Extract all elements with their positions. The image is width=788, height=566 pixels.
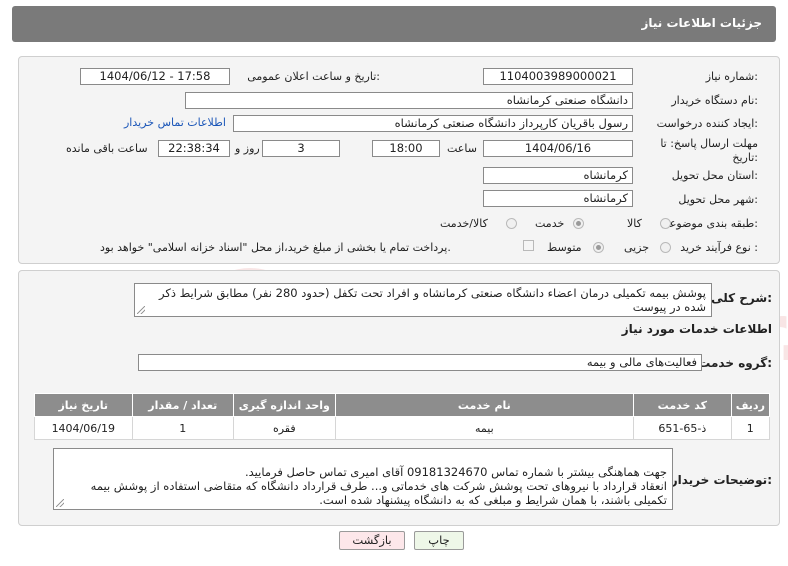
need-date-cell: 1404/06/19 bbox=[34, 416, 133, 440]
buyer-notes-label: توضیحات خریدار: bbox=[670, 473, 772, 487]
service-group-label: گروه خدمت: bbox=[698, 356, 772, 370]
buyer-notes-textarea[interactable]: جهت هماهنگی بیشتر با شماره تماس 09181324… bbox=[53, 448, 673, 510]
category-goods-radio[interactable] bbox=[660, 218, 671, 229]
buyer-notes-text: جهت هماهنگی بیشتر با شماره تماس 09181324… bbox=[90, 465, 667, 507]
unit-cell: فقره bbox=[233, 416, 336, 440]
category-goods-service-label: کالا/خدمت bbox=[440, 217, 488, 230]
city-field: کرمانشاه bbox=[483, 190, 633, 207]
col-date-header: تاریخ نیاز bbox=[34, 393, 133, 417]
treasury-checkbox[interactable] bbox=[523, 240, 534, 251]
print-button[interactable]: چاپ bbox=[414, 531, 464, 550]
col-unit-header: واحد اندازه گیری bbox=[233, 393, 336, 417]
service-group-field: فعالیت‌های مالی و بیمه bbox=[138, 354, 702, 371]
col-row-header: ردیف bbox=[730, 393, 771, 417]
announce-datetime-label: تاریخ و ساعت اعلان عمومی: bbox=[247, 70, 380, 83]
resize-grip-icon[interactable] bbox=[137, 306, 145, 314]
deadline-label-line1: مهلت ارسال پاسخ: تا bbox=[660, 137, 758, 150]
need-details-page: AriaTender.net جزئیات اطلاعات نیاز شماره… bbox=[0, 0, 788, 566]
header-bar: جزئیات اطلاعات نیاز bbox=[12, 6, 776, 42]
buyer-contact-link[interactable]: اطلاعات تماس خریدار bbox=[124, 116, 226, 129]
remaining-time-label: ساعت باقی مانده bbox=[66, 142, 148, 155]
service-code-cell: ذ-65-651 bbox=[633, 416, 732, 440]
col-name-header: نام خدمت bbox=[334, 393, 635, 417]
need-number-field: 1104003989000021 bbox=[483, 68, 633, 85]
process-medium-radio[interactable] bbox=[593, 242, 604, 253]
services-table: ردیف کد خدمت نام خدمت واحد اندازه گیری ت… bbox=[34, 393, 771, 440]
table-row: 1 ذ-65-651 بیمه فقره 1 1404/06/19 bbox=[34, 416, 771, 440]
requester-field: رسول باقریان کارپرداز دانشگاه صنعتی کرما… bbox=[233, 115, 633, 132]
process-type-label: نوع فرآیند خرید : bbox=[680, 241, 758, 254]
summary-textarea[interactable]: پوشش بیمه تکمیلی درمان اعضاء دانشگاه صنع… bbox=[134, 283, 712, 317]
province-field: کرمانشاه bbox=[483, 167, 633, 184]
summary-text: پوشش بیمه تکمیلی درمان اعضاء دانشگاه صنع… bbox=[159, 286, 706, 314]
requester-label: ایجاد کننده درخواست: bbox=[656, 117, 758, 130]
quantity-cell: 1 bbox=[131, 416, 235, 440]
buyer-org-label: نام دستگاه خریدار: bbox=[671, 94, 758, 107]
deadline-time-field: 18:00 bbox=[372, 140, 440, 157]
category-goods-label: کالا bbox=[627, 217, 642, 230]
deadline-time-label: ساعت bbox=[447, 142, 477, 155]
service-name-cell: بیمه bbox=[334, 416, 635, 440]
city-label: شهر محل تحویل: bbox=[678, 193, 758, 206]
treasury-note: پرداخت تمام یا بخشی از مبلغ خرید،از محل … bbox=[100, 241, 451, 254]
buyer-org-field: دانشگاه صنعتی کرمانشاه bbox=[185, 92, 633, 109]
process-minor-radio[interactable] bbox=[660, 242, 671, 253]
category-label: طبقه بندی موضوعی: bbox=[660, 217, 758, 230]
services-table-header: ردیف کد خدمت نام خدمت واحد اندازه گیری ت… bbox=[34, 393, 771, 417]
deadline-date-field: 1404/06/16 bbox=[483, 140, 633, 157]
services-section-title: اطلاعات خدمات مورد نیاز bbox=[621, 322, 772, 336]
category-service-label: خدمت bbox=[535, 217, 565, 230]
col-code-header: کد خدمت bbox=[633, 393, 732, 417]
row-number-cell: 1 bbox=[730, 416, 771, 440]
need-info-panel bbox=[18, 56, 780, 264]
resize-grip-icon[interactable] bbox=[56, 499, 64, 507]
announce-datetime-field: 1404/06/12 - 17:58 bbox=[80, 68, 230, 85]
category-goods-service-radio[interactable] bbox=[506, 218, 517, 229]
remaining-time-field: 22:38:34 bbox=[158, 140, 230, 157]
page-title: جزئیات اطلاعات نیاز bbox=[641, 16, 762, 30]
process-medium-label: متوسط bbox=[547, 241, 582, 254]
category-service-radio[interactable] bbox=[573, 218, 584, 229]
need-number-label: شماره نیاز: bbox=[705, 70, 758, 83]
days-remaining-field: 3 bbox=[262, 140, 340, 157]
back-button[interactable]: بازگشت bbox=[339, 531, 405, 550]
days-label: روز و bbox=[235, 142, 260, 155]
province-label: استان محل تحویل: bbox=[671, 169, 758, 182]
col-qty-header: تعداد / مقدار bbox=[131, 393, 235, 417]
process-minor-label: جزیی bbox=[624, 241, 650, 254]
deadline-label-line2: تاریخ: bbox=[732, 151, 758, 164]
